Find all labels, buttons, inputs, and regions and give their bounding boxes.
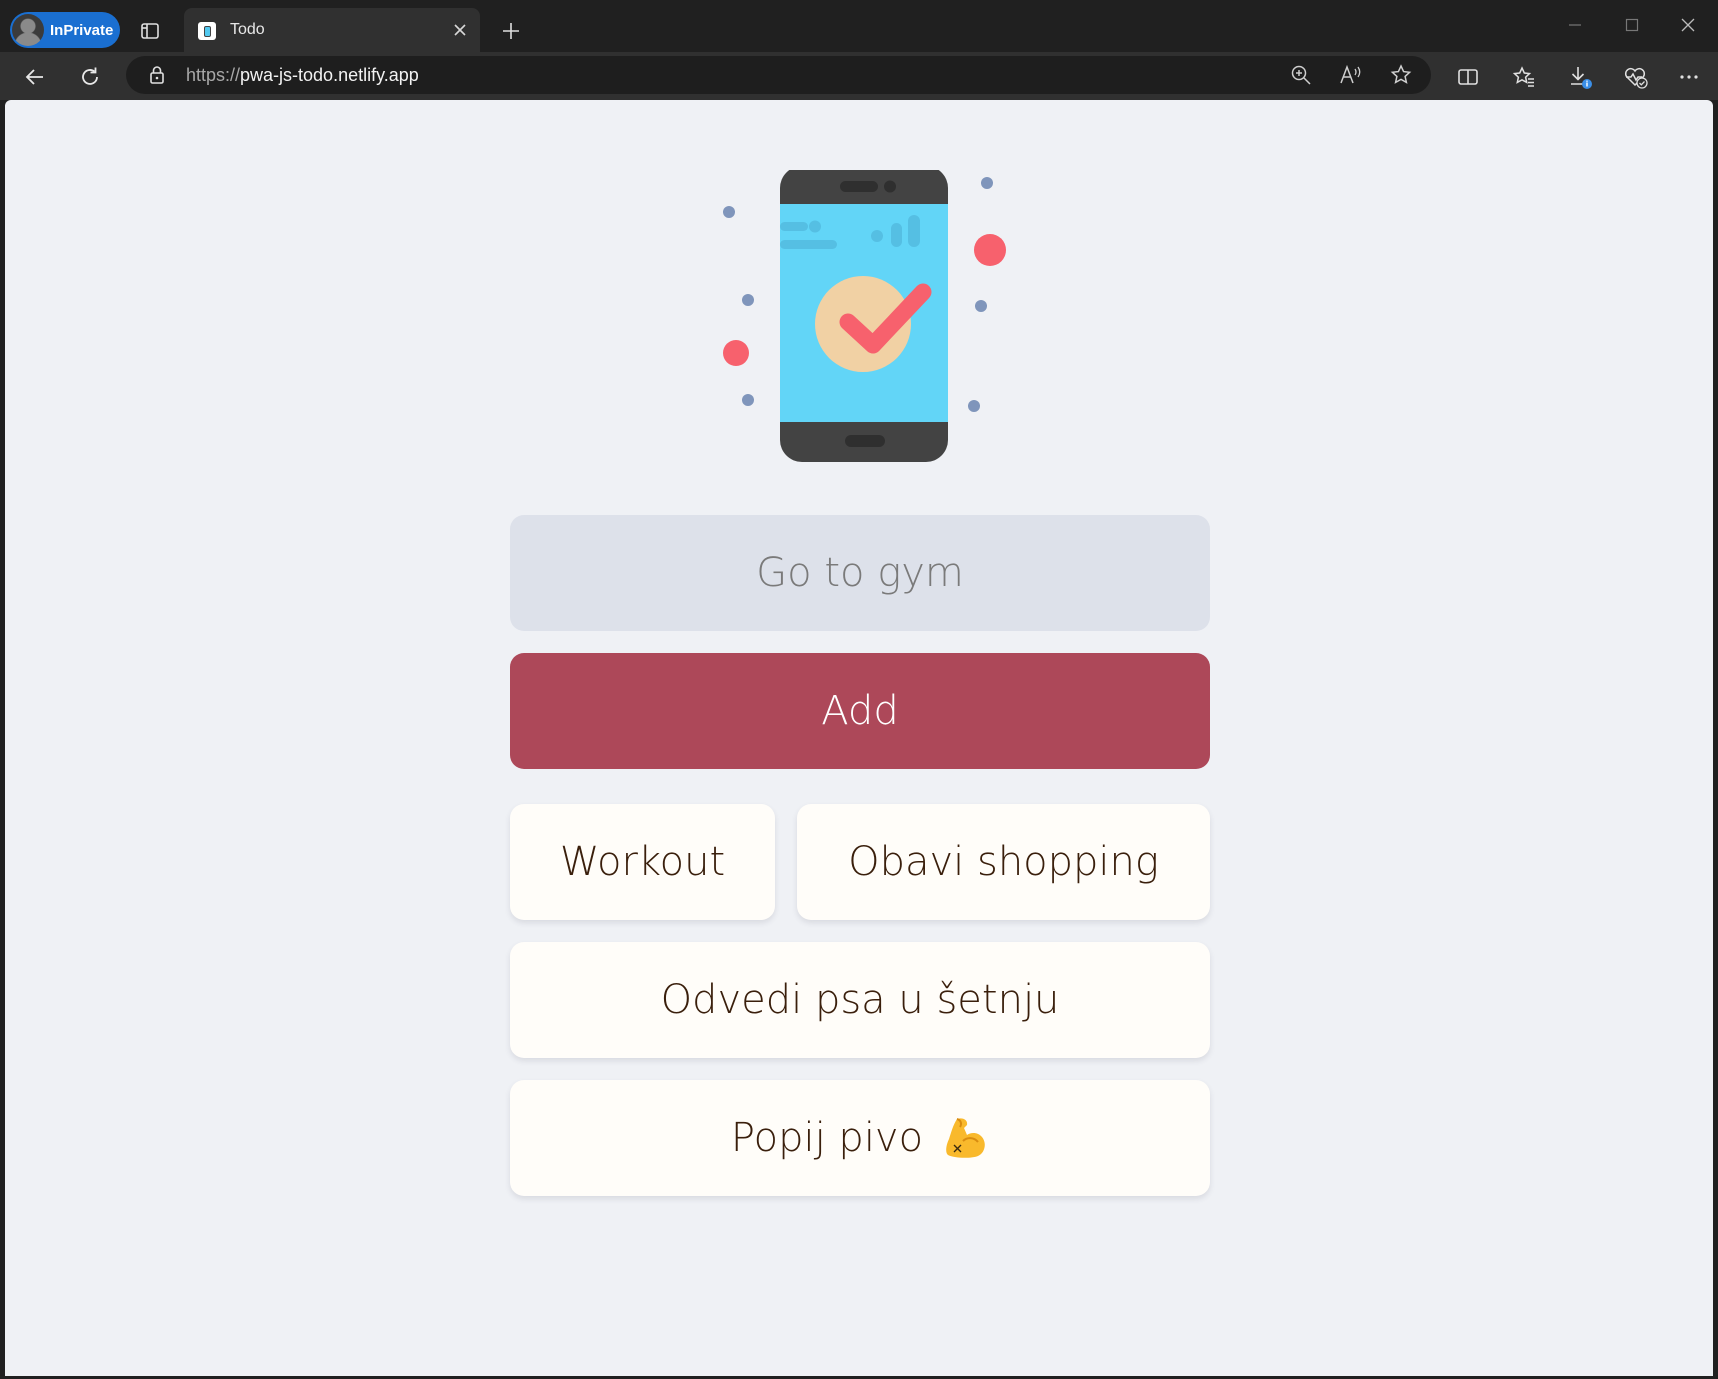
tab-title: Todo [230,21,265,38]
lock-icon[interactable] [148,65,166,89]
todo-item-text: Popij pivo [730,1115,924,1161]
browser-essentials-icon[interactable] [1620,62,1650,92]
split-screen-icon[interactable] [1453,62,1483,92]
todo-favicon [198,22,216,40]
todo-item[interactable]: Popij pivo [510,1080,1210,1196]
url-text: https://pwa-js-todo.netlify.app [186,65,419,85]
add-button[interactable]: Add [510,653,1210,769]
maximize-icon[interactable] [1612,10,1652,40]
refresh-icon[interactable] [75,62,105,92]
back-icon[interactable] [20,62,50,92]
todo-list: Workout Obavi shopping Odvedi psa u šetn… [510,804,1210,1196]
downloads-icon[interactable] [1565,62,1595,92]
profile-avatar [12,14,44,46]
tab-todo[interactable]: Todo [184,8,480,52]
phone-checkmark-illustration [723,170,1006,462]
title-bar: InPrivate Todo [0,0,1718,52]
plus-icon[interactable] [498,18,524,44]
todo-item[interactable]: Odvedi psa u šetnju [510,942,1210,1058]
flexed-biceps-icon [943,1115,989,1161]
todo-input[interactable] [510,515,1210,631]
address-bar[interactable]: https://pwa-js-todo.netlify.app [126,56,1431,94]
tab-actions-icon[interactable] [138,19,162,43]
favorites-icon[interactable] [1509,62,1539,92]
inprivate-label: InPrivate [50,21,114,39]
todo-app: Add Workout Obavi shopping Odvedi psa u … [510,515,1210,1196]
close-icon[interactable] [448,18,472,42]
minimize-icon[interactable] [1555,10,1595,40]
todo-item-text: Odvedi psa u šetnju [660,977,1060,1023]
todo-item-text: Obavi shopping [848,839,1159,885]
read-aloud-icon[interactable] [1336,60,1366,90]
zoom-icon[interactable] [1286,60,1316,90]
todo-item[interactable]: Workout [510,804,775,920]
page-viewport: Add Workout Obavi shopping Odvedi psa u … [5,100,1713,1376]
inprivate-badge[interactable]: InPrivate [10,12,120,48]
close-window-icon[interactable] [1668,10,1708,40]
todo-item-text: Workout [559,839,726,885]
star-icon[interactable] [1386,60,1416,90]
more-icon[interactable] [1674,62,1704,92]
todo-item[interactable]: Obavi shopping [797,804,1210,920]
